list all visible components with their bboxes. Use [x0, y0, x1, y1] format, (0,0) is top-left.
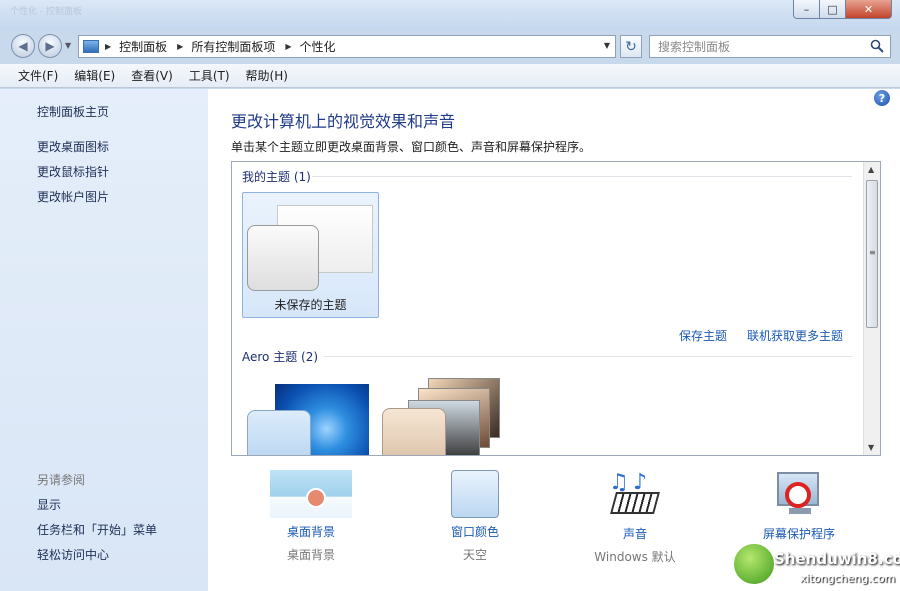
- page-title: 更改计算机上的视觉效果和声音: [231, 112, 456, 131]
- setting-title[interactable]: 窗口颜色: [420, 523, 530, 540]
- maximize-button[interactable]: □: [820, 0, 846, 19]
- group-divider: [312, 176, 852, 177]
- scroll-down-icon[interactable]: ▼: [868, 443, 874, 452]
- back-button[interactable]: ◀: [11, 34, 35, 58]
- breadcrumb-arrow-icon[interactable]: ▶: [285, 42, 291, 51]
- my-themes-heading: 我的主题 (1): [242, 170, 311, 184]
- aero-themes-heading: Aero 主题 (2): [242, 350, 319, 364]
- sidebar-item-desktop-icons[interactable]: 更改桌面图标: [37, 138, 109, 155]
- forward-button[interactable]: ▶: [38, 34, 62, 58]
- menu-edit[interactable]: 编辑(E): [74, 67, 115, 84]
- theme-item-windows7[interactable]: [247, 384, 369, 455]
- sidebar-item-account-picture[interactable]: 更改帐户图片: [37, 188, 109, 205]
- setting-title[interactable]: 桌面背景: [256, 523, 366, 540]
- bear-icon: [306, 488, 326, 508]
- address-bar[interactable]: ▶ 控制面板 ▶ 所有控制面板项 ▶ 个性化 ▼: [78, 35, 616, 58]
- watermark-subtext: xitongcheng.com: [800, 572, 896, 585]
- menu-file[interactable]: 文件(F): [18, 67, 58, 84]
- screen-saver-icon: [771, 470, 827, 520]
- sidebar-item-display[interactable]: 显示: [37, 496, 61, 513]
- setting-value: 天空: [462, 548, 487, 562]
- sidebar-item-ease-of-access[interactable]: 轻松访问中心: [37, 546, 109, 563]
- group-divider: [324, 356, 852, 357]
- music-note-icon: ♫: [609, 470, 629, 495]
- window-color-setting[interactable]: 窗口颜色 天空: [420, 470, 530, 563]
- arrow-right-icon: ▶: [45, 39, 55, 53]
- see-also-heading: 另请参阅: [37, 473, 86, 487]
- help-icon[interactable]: ?: [874, 90, 890, 106]
- address-dropdown-icon[interactable]: ▼: [604, 41, 610, 50]
- minimize-button[interactable]: –: [793, 0, 820, 19]
- recent-pages-dropdown-icon[interactable]: ▼: [65, 41, 71, 50]
- refresh-button[interactable]: ↻: [620, 35, 642, 58]
- control-panel-icon: [83, 40, 99, 53]
- theme-label: 未保存的主题: [274, 298, 347, 312]
- breadcrumb-control-panel[interactable]: 控制面板: [119, 38, 167, 55]
- get-more-themes-link[interactable]: 联机获取更多主题: [747, 327, 843, 344]
- watermark-text: Shenduwin8.com: [774, 550, 900, 568]
- scroll-grip-icon: ≡: [869, 248, 876, 257]
- refresh-icon: ↻: [625, 38, 637, 55]
- theme-item-landscapes[interactable]: [382, 378, 507, 455]
- desktop-background-icon: [270, 470, 352, 518]
- theme-list[interactable]: 我的主题 (1) 未保存的主题 保存主题 联机获取更多主题 Aero 主题 (2…: [231, 161, 881, 456]
- site-watermark: Shenduwin8.com xitongcheng.com: [724, 536, 900, 591]
- sidebar: 控制面板主页 更改桌面图标 更改鼠标指针 更改帐户图片 另请参阅 显示 任务栏和…: [0, 89, 208, 591]
- breadcrumb-arrow-icon: ▶: [105, 42, 112, 51]
- navigation-bar: ◀ ▶ ▼ ▶ 控制面板 ▶ 所有控制面板项 ▶ 个性化 ▼ ↻ 搜索控制面板: [0, 30, 900, 62]
- save-theme-link[interactable]: 保存主题: [679, 327, 727, 344]
- breadcrumb-personalization[interactable]: 个性化: [300, 38, 336, 55]
- watermark-logo-icon: [732, 542, 776, 586]
- menu-view[interactable]: 查看(V): [131, 67, 173, 84]
- search-input[interactable]: 搜索控制面板: [649, 35, 891, 58]
- menu-bar: 文件(F) 编辑(E) 查看(V) 工具(T) 帮助(H): [0, 64, 900, 88]
- window-title: 个性化 - 控制面板: [10, 7, 82, 17]
- sidebar-item-taskbar[interactable]: 任务栏和「开始」菜单: [37, 521, 157, 538]
- monitor-stand: [789, 508, 811, 514]
- menu-help[interactable]: 帮助(H): [246, 67, 288, 84]
- scroll-up-icon[interactable]: ▲: [868, 165, 874, 174]
- sidebar-item-mouse-pointers[interactable]: 更改鼠标指针: [37, 163, 109, 180]
- piano-keys-icon: [610, 492, 660, 514]
- breadcrumb-arrow-icon[interactable]: ▶: [177, 42, 183, 51]
- prohibited-icon: [785, 482, 811, 508]
- setting-value: 桌面背景: [286, 548, 335, 562]
- search-placeholder: 搜索控制面板: [658, 40, 731, 54]
- theme-preview-front: [247, 225, 319, 291]
- setting-value: Windows 默认: [594, 550, 676, 564]
- sidebar-item-home[interactable]: 控制面板主页: [37, 103, 109, 120]
- theme-preview-front: [247, 410, 311, 455]
- desktop-background-setting[interactable]: 桌面背景 桌面背景: [256, 470, 366, 563]
- arrow-left-icon: ◀: [18, 39, 28, 53]
- window-color-icon: [451, 470, 499, 518]
- vertical-scrollbar[interactable]: ▲ ≡ ▼: [863, 162, 880, 455]
- music-note-icon: ♪: [633, 470, 648, 495]
- title-bar: 个性化 - 控制面板 – □ ✕: [0, 0, 900, 30]
- theme-item-unsaved[interactable]: 未保存的主题: [242, 192, 379, 318]
- window-controls: – □ ✕: [793, 0, 892, 19]
- setting-title[interactable]: 声音: [580, 525, 690, 542]
- breadcrumb-all-items[interactable]: 所有控制面板项: [191, 38, 275, 55]
- sounds-setting[interactable]: ♫ ♪ 声音 Windows 默认: [580, 470, 690, 565]
- close-button[interactable]: ✕: [846, 0, 892, 19]
- sounds-icon: ♫ ♪: [605, 470, 665, 520]
- search-icon[interactable]: [870, 39, 884, 53]
- page-description: 单击某个主题立即更改桌面背景、窗口颜色、声音和屏幕保护程序。: [231, 140, 592, 154]
- theme-preview-front: [382, 408, 446, 455]
- menu-tools[interactable]: 工具(T): [189, 67, 230, 84]
